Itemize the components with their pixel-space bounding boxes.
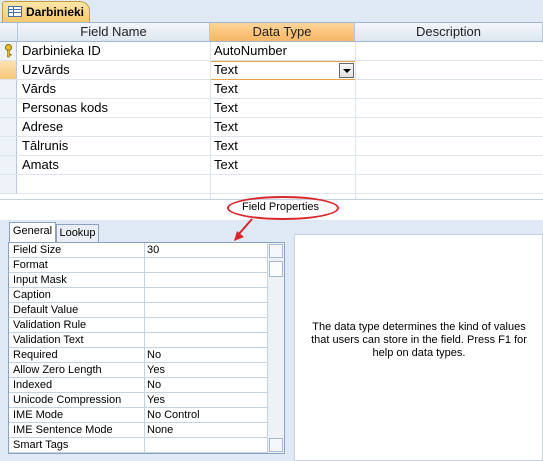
row-selector[interactable] [0, 175, 17, 193]
property-row[interactable]: Input Mask [9, 273, 268, 288]
table-row[interactable]: Tālrunis Text [0, 137, 543, 156]
property-row[interactable]: IME Mode No Control [9, 408, 268, 423]
data-type-cell[interactable]: Text [214, 138, 238, 153]
property-name: Input Mask [13, 274, 67, 286]
data-type-cell[interactable]: Text [214, 100, 238, 115]
field-grid: Field Name Data Type Description Darbini… [0, 23, 543, 200]
row-selector-header[interactable] [0, 23, 18, 41]
property-value[interactable]: No [147, 379, 161, 391]
scroll-up-button[interactable] [269, 244, 283, 258]
property-name: Caption [13, 289, 51, 301]
property-row[interactable]: Allow Zero Length Yes [9, 363, 268, 378]
table-row[interactable]: Adrese Text [0, 118, 543, 137]
property-name: Validation Rule [13, 319, 87, 331]
property-value[interactable]: 30 [147, 244, 159, 256]
grid-header: Field Name Data Type Description [0, 23, 543, 42]
tab-lookup[interactable]: Lookup [56, 224, 99, 242]
property-row[interactable]: IME Sentence Mode None [9, 423, 268, 438]
help-pane: The data type determines the kind of val… [294, 234, 543, 461]
chevron-down-icon[interactable] [339, 63, 354, 78]
row-selector[interactable] [0, 42, 17, 60]
properties-scrollbar[interactable] [267, 243, 284, 453]
property-row[interactable]: Format [9, 258, 268, 273]
field-name-cell[interactable]: Vārds [22, 81, 56, 96]
property-row[interactable]: Unicode Compression Yes [9, 393, 268, 408]
grid-divider [210, 42, 211, 199]
grid-divider [355, 42, 356, 199]
field-name-cell[interactable]: Amats [22, 157, 59, 172]
properties-table: Field Size 30 Format Input Mask Caption Defau… [8, 242, 285, 454]
property-name: Unicode Compression [13, 394, 122, 406]
property-row[interactable]: Smart Tags [9, 438, 268, 453]
field-name-cell[interactable]: Adrese [22, 119, 63, 134]
property-value[interactable]: Yes [147, 364, 165, 376]
property-name: Validation Text [13, 334, 84, 346]
table-row[interactable]: Amats Text [0, 156, 543, 175]
property-name: Default Value [13, 304, 79, 316]
property-name: IME Sentence Mode [13, 424, 113, 436]
scroll-down-button[interactable] [269, 438, 283, 452]
row-selector[interactable] [0, 118, 17, 136]
property-value[interactable]: None [147, 424, 173, 436]
scroll-thumb[interactable] [269, 261, 283, 277]
document-tab-title: Darbinieki [26, 5, 85, 19]
data-type-cell[interactable]: Text [214, 62, 238, 77]
property-row[interactable]: Default Value [9, 303, 268, 318]
property-row[interactable]: Field Size 30 [9, 243, 268, 258]
data-type-cell[interactable]: Text [214, 81, 238, 96]
table-row[interactable] [0, 175, 543, 194]
data-type-header[interactable]: Data Type [210, 23, 355, 41]
help-text: The data type determines the kind of val… [311, 321, 527, 359]
field-name-cell[interactable]: Personas kods [22, 100, 108, 115]
property-name: Field Size [13, 244, 62, 256]
property-name: Smart Tags [13, 439, 69, 451]
property-row[interactable]: Required No [9, 348, 268, 363]
property-name: Allow Zero Length [13, 364, 102, 376]
field-name-cell[interactable]: Darbinieka ID [22, 43, 101, 58]
properties-divider [144, 243, 145, 453]
table-row[interactable]: Darbinieka ID AutoNumber [0, 42, 543, 61]
row-selector[interactable] [0, 137, 17, 155]
table-icon [8, 6, 22, 17]
table-row[interactable]: Vārds Text [0, 80, 543, 99]
tab-general[interactable]: General [9, 222, 56, 242]
property-value[interactable]: No Control [147, 409, 200, 421]
field-name-header[interactable]: Field Name [18, 23, 210, 41]
data-type-cell[interactable]: AutoNumber [214, 43, 287, 58]
field-name-cell[interactable]: Uzvārds [22, 62, 70, 77]
property-row[interactable]: Validation Text [9, 333, 268, 348]
property-value[interactable]: No [147, 349, 161, 361]
property-name: Indexed [13, 379, 53, 391]
row-selector[interactable] [0, 99, 17, 117]
document-tab-strip: Darbinieki [0, 0, 543, 23]
property-name: Required [13, 349, 58, 361]
property-value[interactable]: Yes [147, 394, 165, 406]
property-name: Format [13, 259, 48, 271]
property-name: IME Mode [13, 409, 64, 421]
row-selector[interactable] [0, 61, 17, 79]
table-row[interactable]: Uzvārds Text [0, 61, 543, 80]
document-tab[interactable]: Darbinieki [2, 1, 90, 22]
data-type-cell[interactable]: Text [214, 119, 238, 134]
property-row[interactable]: Caption [9, 288, 268, 303]
description-header[interactable]: Description [355, 23, 543, 41]
primary-key-icon [5, 44, 12, 58]
data-type-cell[interactable]: Text [214, 157, 238, 172]
property-row[interactable]: Validation Rule [9, 318, 268, 333]
highlight-ellipse [227, 196, 339, 220]
table-row[interactable]: Personas kods Text [0, 99, 543, 118]
row-selector[interactable] [0, 156, 17, 174]
row-selector[interactable] [0, 80, 17, 98]
field-name-cell[interactable]: Tālrunis [22, 138, 68, 153]
property-row[interactable]: Indexed No [9, 378, 268, 393]
